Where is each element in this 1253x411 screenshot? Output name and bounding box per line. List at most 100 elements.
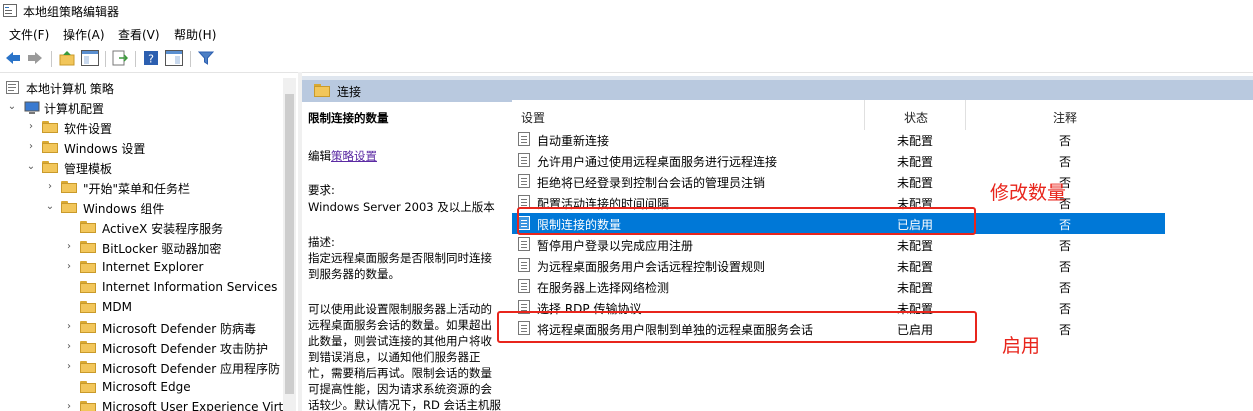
title-bar: 本地组策略编辑器 bbox=[0, 0, 1253, 22]
tree-label: Microsoft Defender 防病毒 bbox=[102, 322, 257, 336]
tree-label: Microsoft Defender 攻击防护 bbox=[102, 342, 269, 356]
setting-name: 允许用户通过使用远程桌面服务进行远程连接 bbox=[537, 155, 778, 169]
edit-policy-link[interactable]: 策略设置 bbox=[331, 149, 377, 163]
filter-icon[interactable] bbox=[197, 49, 215, 67]
list-item[interactable]: 允许用户通过使用远程桌面服务进行远程连接 未配置 否 bbox=[512, 150, 1165, 171]
description-line: 指定远程桌面服务是否限制同时连接 bbox=[308, 251, 492, 265]
toolbar-separator bbox=[135, 51, 136, 67]
scrollbar-thumb[interactable] bbox=[285, 94, 294, 394]
chevron-right-icon[interactable]: › bbox=[64, 341, 74, 353]
folder-icon bbox=[80, 281, 96, 293]
forward-icon[interactable] bbox=[26, 49, 44, 67]
setting-state: 未配置 bbox=[897, 260, 934, 274]
show-hide-tree-icon[interactable] bbox=[81, 49, 99, 67]
chevron-down-icon[interactable]: ⌄ bbox=[26, 161, 36, 173]
column-state[interactable]: 状态 bbox=[904, 109, 928, 126]
chevron-right-icon[interactable]: › bbox=[45, 181, 55, 193]
policy-setting-icon bbox=[518, 237, 530, 251]
toolbar-separator bbox=[190, 51, 191, 67]
menu-bar: 文件(F) 操作(A) 查看(V) 帮助(H) bbox=[0, 24, 1253, 44]
annotation-modify-count: 修改数量 bbox=[990, 182, 1067, 204]
back-icon[interactable] bbox=[4, 49, 22, 67]
setting-comment: 否 bbox=[1059, 323, 1072, 337]
chevron-down-icon[interactable]: ⌄ bbox=[45, 201, 55, 213]
list-item[interactable]: 自动重新连接 未配置 否 bbox=[512, 129, 1165, 150]
setting-comment: 否 bbox=[1059, 302, 1072, 316]
column-comment[interactable]: 注释 bbox=[1053, 109, 1077, 126]
toolbar-separator bbox=[51, 51, 52, 67]
tree-scrollbar[interactable] bbox=[283, 78, 296, 411]
details-header: 连接 bbox=[302, 80, 1253, 102]
chevron-down-icon[interactable]: ⌄ bbox=[7, 101, 17, 113]
list-item[interactable]: 暂停用户登录以完成应用注册 未配置 否 bbox=[512, 234, 1165, 255]
tree-label: MDM bbox=[102, 300, 132, 314]
list-item[interactable]: 拒绝将已经登录到控制台会话的管理员注销 未配置 否 bbox=[512, 171, 1165, 192]
folder-icon bbox=[314, 84, 330, 97]
folder-icon bbox=[80, 401, 96, 411]
tree-label: Internet Explorer bbox=[102, 260, 204, 274]
column-separator[interactable] bbox=[965, 100, 966, 130]
window-title: 本地组策略编辑器 bbox=[23, 5, 120, 19]
chevron-right-icon[interactable]: › bbox=[64, 321, 74, 333]
details-header-title: 连接 bbox=[337, 85, 362, 99]
menu-file[interactable]: 文件(F) bbox=[9, 26, 49, 43]
description-line: 可以使用此设置限制服务器上活动的 bbox=[308, 302, 492, 316]
tree-label: 本地计算机 策略 bbox=[26, 82, 114, 96]
setting-name: 为远程桌面服务用户会话远程控制设置规则 bbox=[537, 260, 766, 274]
help-icon[interactable]: ? bbox=[142, 49, 160, 67]
policy-doc-icon bbox=[6, 81, 19, 94]
folder-icon bbox=[80, 321, 96, 333]
edit-policy-line: 编辑策略设置 bbox=[308, 148, 377, 164]
tree-label: Windows 设置 bbox=[64, 142, 146, 156]
setting-name: 在服务器上选择网络检测 bbox=[537, 281, 670, 295]
folder-icon bbox=[80, 361, 96, 373]
description-line: 忙，需要稍后再试。限制会话的数量 bbox=[308, 366, 492, 380]
policy-setting-icon bbox=[518, 258, 530, 272]
tree-label: 计算机配置 bbox=[44, 102, 105, 116]
setting-state: 未配置 bbox=[897, 239, 934, 253]
list-item[interactable]: 在服务器上选择网络检测 未配置 否 bbox=[512, 276, 1165, 297]
settings-list: 设置 状态 注释 自动重新连接 未配置 否 允许用户通过使用远程桌面服务进行远程… bbox=[512, 100, 1253, 411]
setting-name: 拒绝将已经登录到控制台会话的管理员注销 bbox=[537, 176, 766, 190]
chevron-right-icon[interactable]: › bbox=[64, 401, 74, 411]
list-item[interactable]: 为远程桌面服务用户会话远程控制设置规则 未配置 否 bbox=[512, 255, 1165, 276]
description-line: 到服务器的数量。 bbox=[308, 267, 400, 281]
up-folder-icon[interactable] bbox=[58, 49, 76, 67]
folder-icon bbox=[80, 241, 96, 253]
setting-comment: 否 bbox=[1059, 218, 1072, 232]
folder-icon bbox=[80, 381, 96, 393]
chevron-right-icon[interactable]: › bbox=[64, 241, 74, 253]
column-separator[interactable] bbox=[864, 100, 865, 130]
setting-state: 未配置 bbox=[897, 176, 934, 190]
description-line: 此数量，则尝试连接的其他用户将收 bbox=[308, 334, 492, 348]
menu-action[interactable]: 操作(A) bbox=[63, 26, 105, 43]
svg-text:?: ? bbox=[148, 53, 154, 66]
list-header: 设置 状态 注释 bbox=[512, 100, 1253, 130]
properties-pane-icon[interactable] bbox=[165, 49, 183, 67]
folder-icon bbox=[80, 221, 96, 233]
setting-comment: 否 bbox=[1059, 239, 1072, 253]
highlight-box bbox=[497, 311, 977, 343]
menu-view[interactable]: 查看(V) bbox=[118, 26, 160, 43]
tree-label: BitLocker 驱动器加密 bbox=[102, 242, 222, 256]
menu-help[interactable]: 帮助(H) bbox=[174, 26, 216, 43]
chevron-right-icon[interactable]: › bbox=[64, 261, 74, 273]
setting-state: 未配置 bbox=[897, 155, 934, 169]
setting-comment: 否 bbox=[1059, 134, 1072, 148]
chevron-right-icon[interactable]: › bbox=[26, 141, 36, 153]
chevron-right-icon[interactable]: › bbox=[26, 121, 36, 133]
folder-icon bbox=[61, 181, 77, 193]
tree-label: 管理模板 bbox=[64, 162, 113, 176]
folder-icon bbox=[80, 341, 96, 353]
description-label: 描述: bbox=[308, 235, 335, 249]
chevron-right-icon[interactable]: › bbox=[64, 361, 74, 373]
export-list-icon[interactable] bbox=[111, 49, 129, 67]
folder-icon bbox=[80, 301, 96, 313]
description-title: 限制连接的数量 bbox=[308, 111, 389, 125]
setting-name: 暂停用户登录以完成应用注册 bbox=[537, 239, 694, 253]
highlight-box bbox=[517, 207, 976, 235]
requirements-value: Windows Server 2003 及以上版本 bbox=[308, 200, 495, 214]
setting-comment: 否 bbox=[1059, 281, 1072, 295]
column-setting[interactable]: 设置 bbox=[521, 109, 545, 126]
setting-comment: 否 bbox=[1059, 260, 1072, 274]
